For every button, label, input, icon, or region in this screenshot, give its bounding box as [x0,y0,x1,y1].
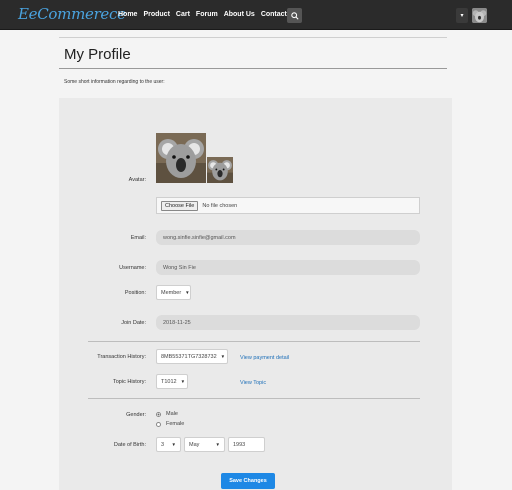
title-divider [59,68,447,69]
join-date-label: Join Date: [121,320,146,326]
avatar-file-input[interactable]: Choose File No file chosen [156,197,420,214]
gender-option-male[interactable]: Male [156,411,178,417]
chevron-down-icon: ▼ [215,442,220,447]
avatar-label: Avatar: [128,177,146,183]
join-date-field: 2018-11-25 [156,315,420,330]
chevron-down-icon: ▼ [171,442,176,447]
chevron-down-icon[interactable]: ▾ [456,8,468,23]
choose-file-button[interactable]: Choose File [161,200,199,211]
radio-female[interactable] [156,421,161,427]
dob-day-value: 3 [161,441,165,448]
avatar-preview-small [207,157,233,183]
view-topic-link[interactable]: View Topic [240,380,266,386]
nav-forum[interactable]: Forum [196,11,218,18]
view-payment-detail-link[interactable]: View payment detail [240,355,289,361]
email-field[interactable]: wong.sinfie.sinfie@gmail.com [156,230,420,245]
dob-day-select[interactable]: 3 ▼ [156,437,181,452]
position-label: Position: [124,290,146,296]
transaction-history-label: Transaction History: [97,354,146,360]
chevron-down-icon: ▼ [220,354,226,359]
section-divider-2 [88,398,420,399]
chevron-down-icon: ▼ [185,290,190,295]
nav-product[interactable]: Product [143,11,169,18]
dob-label: Date of Birth: [113,442,146,448]
topic-history-select[interactable]: T1012 ▼ [156,374,188,389]
search-icon [290,11,299,20]
gender-option-female[interactable]: Female [156,421,184,427]
dob-month-value: May [189,441,200,448]
topic-history-value: T1012 [161,378,177,385]
radio-male[interactable] [156,411,161,417]
brand-logo[interactable]: EeCommerece [18,5,126,23]
transaction-history-select[interactable]: 8MB55371TG7328732 ▼ [156,349,228,364]
username-label: Username: [119,265,146,271]
avatar-preview-large [156,133,206,183]
gender-label: Gender: [126,412,146,418]
avatar[interactable] [472,8,487,23]
position-select[interactable]: Member ▼ [156,285,191,300]
nav-home[interactable]: Home [118,11,137,18]
brand-first: Ee [18,5,38,23]
navbar: EeCommerece Home Product Cart Forum Abou… [0,0,512,30]
gender-male-label: Male [166,411,178,417]
email-label: Email: [130,235,146,241]
search-button[interactable] [287,8,302,23]
save-changes-button[interactable]: Save Changes [221,473,275,489]
nav-links: Home Product Cart Forum About Us Contact… [118,11,298,18]
gender-female-label: Female [166,421,185,427]
page-subtitle: Some short information regarding to the … [64,79,165,85]
section-divider-1 [88,341,420,342]
brand-rest: Commerece [37,5,126,23]
file-status: No file chosen [202,202,238,209]
top-divider [59,37,447,38]
nav-cart[interactable]: Cart [176,11,190,18]
chevron-down-icon: ▼ [180,379,186,384]
position-value: Member [161,289,182,296]
page-title: My Profile [64,46,131,63]
transaction-history-value: 8MB55371TG7328732 [161,353,217,360]
user-menu[interactable]: ▾ [456,8,487,23]
topic-history-label: Topic History: [112,379,146,385]
username-field[interactable]: Wong Sin Fie [156,260,420,275]
dob-month-select[interactable]: May ▼ [184,437,225,452]
nav-about-us[interactable]: About Us [224,11,255,18]
dob-year-input[interactable]: 1993 [228,437,265,452]
